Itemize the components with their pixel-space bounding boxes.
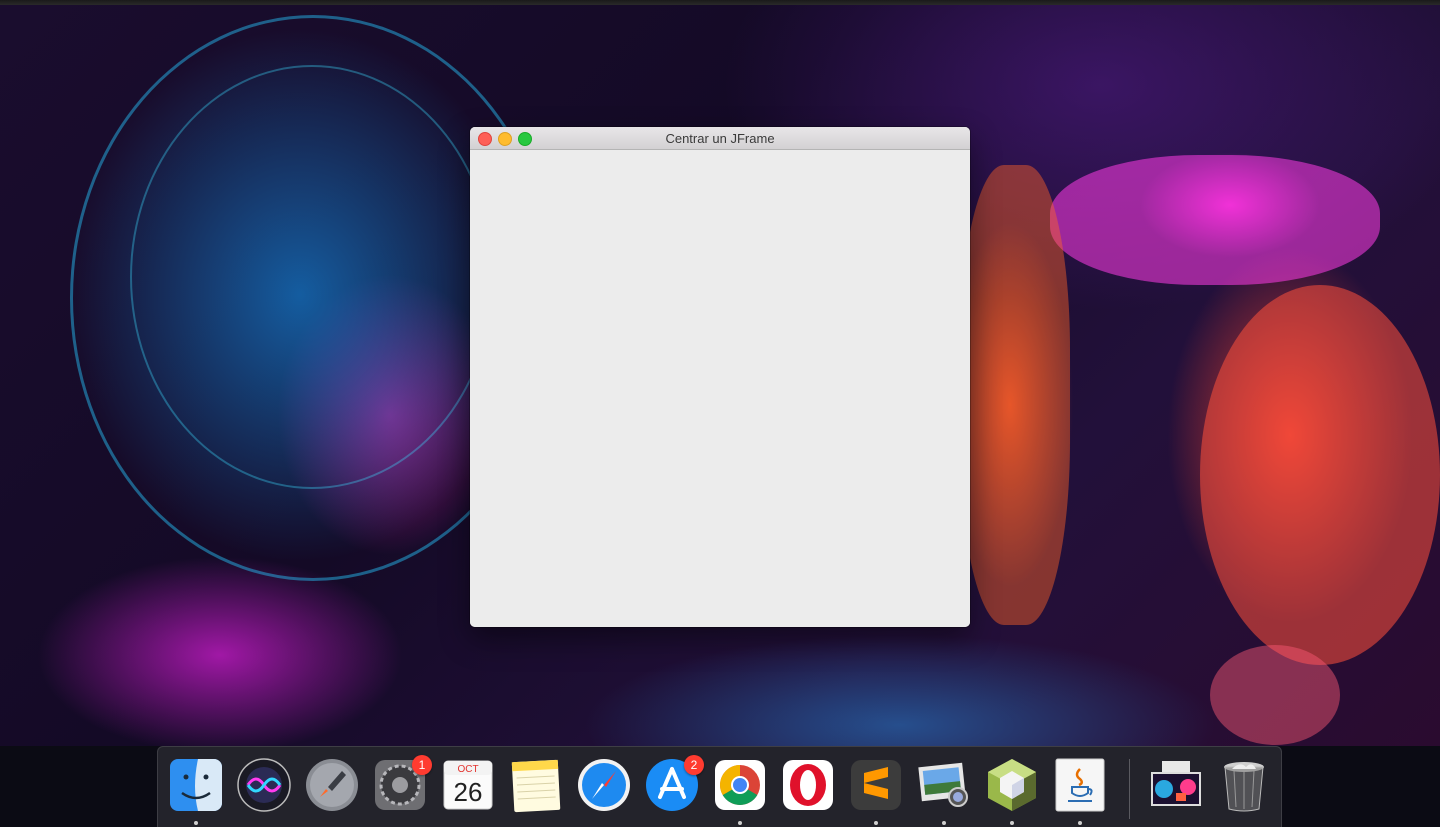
notification-badge: 1 <box>412 755 432 775</box>
launchpad-icon <box>306 759 358 811</box>
window-title-bar[interactable]: Centrar un JFrame <box>470 127 970 150</box>
siri-icon <box>237 758 291 812</box>
dock-item-siri[interactable] <box>236 757 292 813</box>
dock-item-chrome[interactable] <box>712 757 768 825</box>
dock-item-notes[interactable] <box>508 757 564 813</box>
dock-item-launchpad[interactable] <box>304 757 360 813</box>
window-content-area <box>470 150 970 627</box>
running-indicator <box>1078 821 1082 825</box>
calendar-day: 26 <box>454 777 483 807</box>
window-title: Centrar un JFrame <box>665 131 775 146</box>
wallpaper-orange-glow <box>960 165 1070 625</box>
dock-item-calendar[interactable]: OCT 26 <box>440 757 496 813</box>
dock-item-trash[interactable] <box>1216 757 1272 813</box>
dock-item-finder[interactable] <box>168 757 224 825</box>
notes-icon <box>511 759 561 813</box>
notification-badge: 2 <box>684 755 704 775</box>
dock-item-sublime-text[interactable] <box>848 757 904 825</box>
dock-separator <box>1129 759 1130 819</box>
netbeans-icon <box>988 759 1036 811</box>
finder-icon <box>170 759 222 811</box>
java-icon <box>1055 758 1105 812</box>
running-indicator <box>874 821 878 825</box>
calendar-icon: OCT 26 <box>443 760 493 810</box>
dock-item-preview[interactable] <box>916 757 972 825</box>
wallpaper-red-skull <box>1200 285 1440 665</box>
dock-item-app-store[interactable]: 2 <box>644 755 704 813</box>
dock-item-system-preferences[interactable]: 1 <box>372 755 432 813</box>
preview-icon <box>918 762 968 807</box>
dock-item-netbeans[interactable] <box>984 757 1040 825</box>
wallpaper-candle <box>1210 645 1340 745</box>
trash-icon <box>1224 762 1264 812</box>
dock: 1 OCT 26 2 <box>157 746 1282 827</box>
calendar-month: OCT <box>457 764 478 775</box>
wallpaper-skull-pattern <box>130 65 494 489</box>
dock-item-java[interactable] <box>1052 757 1108 825</box>
jframe-window[interactable]: Centrar un JFrame <box>470 127 970 627</box>
running-indicator <box>738 821 742 825</box>
safari-icon <box>578 759 630 811</box>
dock-item-opera[interactable] <box>780 757 836 813</box>
chrome-icon <box>715 760 765 810</box>
sublime-text-icon <box>851 760 901 810</box>
opera-icon <box>783 760 833 810</box>
dock-item-screenshot[interactable] <box>1148 757 1204 813</box>
wallpaper-hat-shape <box>1050 155 1380 285</box>
screenshot-thumbnail-icon <box>1151 761 1201 806</box>
running-indicator <box>1010 821 1014 825</box>
dock-item-safari[interactable] <box>576 757 632 813</box>
running-indicator <box>942 821 946 825</box>
running-indicator <box>194 821 198 825</box>
